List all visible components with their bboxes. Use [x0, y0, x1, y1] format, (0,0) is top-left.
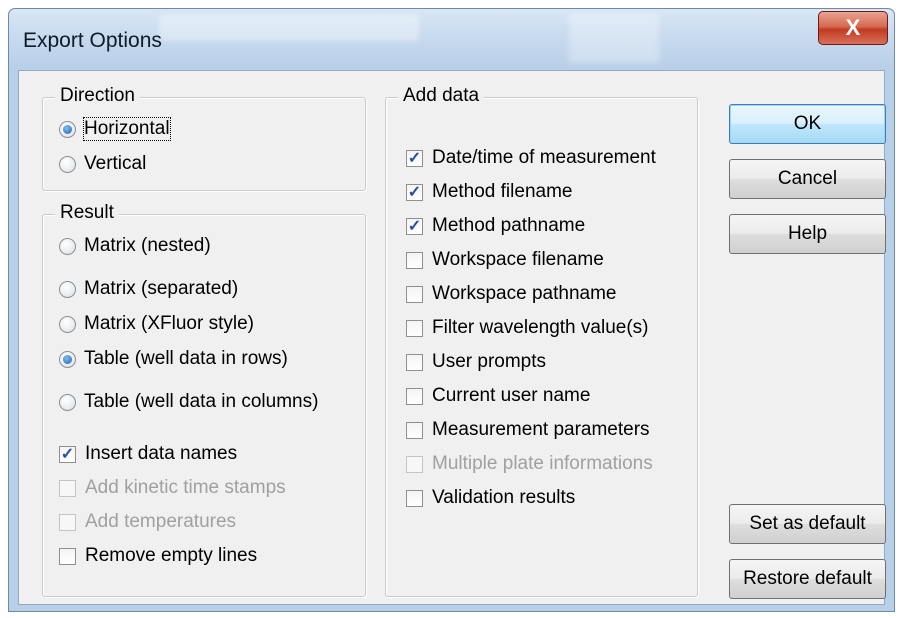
radio-label: Matrix (XFluor style) [84, 313, 254, 334]
radio-matrix-separated[interactable]: Matrix (separated) [59, 278, 238, 300]
checkbox-box[interactable]: ✓ [406, 217, 423, 235]
checkbox-add-temperatures: Add temperatures [59, 511, 236, 533]
checkbox-label: Method filename [432, 181, 573, 202]
checkbox-box[interactable] [406, 285, 423, 303]
checkbox-date-time[interactable]: ✓ Date/time of measurement [406, 147, 656, 169]
radio-button[interactable] [59, 155, 76, 173]
radio-horizontal[interactable]: Horizontal [59, 117, 171, 141]
checkbox-label: Multiple plate informations [432, 453, 653, 474]
dialog-client-area: Direction Horizontal Vertical Result Mat… [18, 70, 886, 605]
add-data-group: Add data ✓ Date/time of measurement ✓ Me… [385, 85, 698, 597]
cancel-button[interactable]: Cancel [729, 159, 886, 199]
radio-label: Horizontal [83, 117, 171, 141]
checkbox-workspace-pathname[interactable]: Workspace pathname [406, 283, 616, 305]
checkbox-box[interactable]: ✓ [59, 445, 76, 463]
checkbox-box[interactable] [406, 387, 423, 405]
add-data-legend: Add data [398, 85, 485, 107]
checkbox-box[interactable] [406, 421, 423, 439]
radio-label: Table (well data in columns) [84, 391, 319, 412]
checkbox-box [59, 479, 76, 497]
restore-default-button[interactable]: Restore default [729, 559, 886, 599]
checkbox-label: Validation results [432, 487, 576, 508]
direction-group: Direction Horizontal Vertical [42, 85, 366, 191]
checkbox-workspace-filename[interactable]: Workspace filename [406, 249, 604, 271]
checkbox-method-filename[interactable]: ✓ Method filename [406, 181, 572, 203]
radio-button[interactable] [59, 350, 76, 368]
checkbox-label: Add kinetic time stamps [85, 477, 286, 498]
radio-label: Vertical [84, 153, 147, 174]
checkbox-current-user-name[interactable]: Current user name [406, 385, 590, 407]
checkbox-box[interactable] [406, 319, 423, 337]
result-legend: Result [55, 202, 119, 224]
checkbox-label: Date/time of measurement [432, 147, 656, 168]
title-bar: Export Options X [9, 9, 894, 69]
checkbox-box[interactable] [406, 489, 423, 507]
checkbox-label: Workspace filename [432, 249, 604, 270]
checkbox-box [406, 455, 423, 473]
checkbox-box[interactable]: ✓ [406, 149, 423, 167]
radio-label: Matrix (separated) [84, 278, 239, 299]
checkbox-label: Add temperatures [85, 511, 237, 532]
checkbox-box[interactable] [406, 353, 423, 371]
checkbox-add-kinetic-time-stamps: Add kinetic time stamps [59, 477, 286, 499]
radio-matrix-xfluor[interactable]: Matrix (XFluor style) [59, 313, 254, 335]
radio-button[interactable] [59, 237, 76, 255]
result-group: Result Matrix (nested) Matrix (separated… [42, 202, 366, 597]
title-bar-background-blur [159, 15, 419, 41]
checkbox-multiple-plate-informations: Multiple plate informations [406, 453, 653, 475]
help-button[interactable]: Help [729, 214, 886, 254]
checkbox-box[interactable] [406, 251, 423, 269]
set-as-default-button[interactable]: Set as default [729, 504, 886, 544]
radio-button[interactable] [59, 315, 76, 333]
checkbox-label: Measurement parameters [432, 419, 650, 440]
checkbox-method-pathname[interactable]: ✓ Method pathname [406, 215, 585, 237]
radio-table-columns[interactable]: Table (well data in columns) [59, 391, 318, 413]
checkbox-label: Remove empty lines [85, 545, 258, 566]
checkbox-label: User prompts [432, 351, 547, 372]
checkbox-remove-empty-lines[interactable]: Remove empty lines [59, 545, 257, 567]
checkbox-label: Method pathname [432, 215, 586, 236]
radio-table-rows[interactable]: Table (well data in rows) [59, 348, 288, 370]
direction-legend: Direction [55, 85, 140, 107]
dialog-title: Export Options [23, 29, 162, 52]
radio-matrix-nested[interactable]: Matrix (nested) [59, 235, 211, 257]
checkbox-label: Workspace pathname [432, 283, 617, 304]
radio-vertical[interactable]: Vertical [59, 153, 146, 175]
checkbox-label: Insert data names [85, 443, 238, 464]
export-options-dialog: Export Options X Direction Horizontal Ve… [8, 8, 895, 612]
checkbox-box[interactable]: ✓ [406, 183, 423, 201]
checkbox-measurement-parameters[interactable]: Measurement parameters [406, 419, 650, 441]
checkbox-box[interactable] [59, 547, 76, 565]
checkbox-label: Current user name [432, 385, 591, 406]
ok-button[interactable]: OK [729, 104, 886, 144]
radio-button[interactable] [59, 280, 76, 298]
checkbox-user-prompts[interactable]: User prompts [406, 351, 546, 373]
checkbox-box [59, 513, 76, 531]
checkbox-insert-data-names[interactable]: ✓ Insert data names [59, 443, 237, 465]
radio-button[interactable] [59, 120, 76, 138]
checkbox-validation-results[interactable]: Validation results [406, 487, 575, 509]
close-button[interactable]: X [818, 11, 888, 45]
title-bar-background-blur [569, 13, 659, 63]
radio-label: Table (well data in rows) [84, 348, 288, 369]
radio-label: Matrix (nested) [84, 235, 211, 256]
checkbox-filter-wavelength[interactable]: Filter wavelength value(s) [406, 317, 648, 339]
radio-button[interactable] [59, 393, 76, 411]
checkbox-label: Filter wavelength value(s) [432, 317, 649, 338]
